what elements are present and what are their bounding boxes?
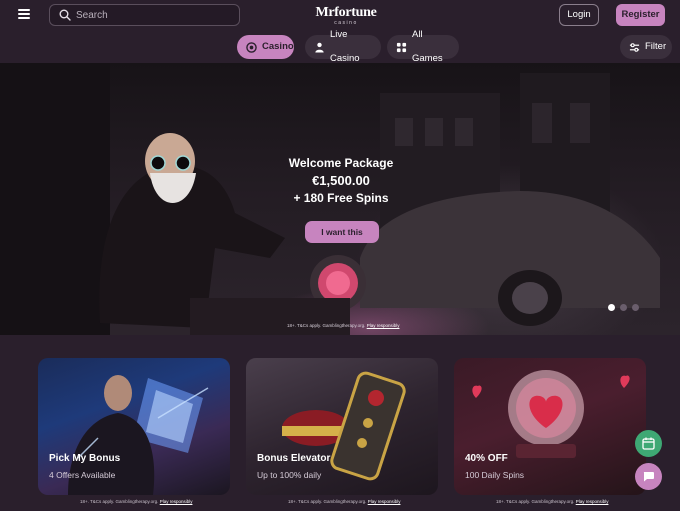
calendar-button[interactable] [635, 430, 662, 457]
promo-subtitle: 100 Daily Spins [465, 470, 525, 480]
promo-subtitle: 4 Offers Available [49, 470, 116, 480]
logo-text: Mrfortune [315, 5, 377, 20]
promo-title: Pick My Bonus [49, 453, 121, 464]
hero-headline: Welcome Package €1,500.00 + 180 Free Spi… [270, 156, 412, 207]
hero-line-3: + 180 Free Spins [293, 191, 389, 205]
promo-card-pick-my-bonus[interactable]: Pick My Bonus 4 Offers Available [38, 358, 230, 495]
carousel-dot-1[interactable] [608, 304, 615, 311]
hero-legal-link[interactable]: Play responsibly [367, 323, 400, 328]
chat-icon [643, 472, 654, 482]
tab-casino-label: Casino [262, 41, 294, 52]
promo-legal-link[interactable]: Play responsibly [576, 499, 609, 504]
promo-legal-link[interactable]: Play responsibly [160, 499, 193, 504]
search-icon [59, 9, 71, 21]
promo-legal-2: 18+. T&Cs apply. Gamblingtherapy.org. Pl… [288, 499, 400, 504]
hero-line-1: Welcome Package [288, 156, 394, 170]
promo-legal-text: 18+. T&Cs apply. Gamblingtherapy.org. [80, 499, 159, 504]
promo-card-bonus-elevator[interactable]: Bonus Elevator Up to 100% daily [246, 358, 438, 495]
promo-title: 40% OFF [465, 453, 508, 464]
category-nav: Casino Live Casino All Games Filter [0, 29, 680, 64]
register-button[interactable]: Register [616, 4, 665, 26]
login-button[interactable]: Login [559, 4, 599, 26]
menu-icon[interactable] [18, 9, 30, 19]
hero-banner[interactable]: Welcome Package €1,500.00 + 180 Free Spi… [0, 63, 680, 335]
carousel-dots [608, 304, 639, 311]
promo-card-40-off[interactable]: 40% OFF 100 Daily Spins [454, 358, 646, 495]
promo-legal-3: 18+. T&Cs apply. Gamblingtherapy.org. Pl… [496, 499, 608, 504]
promo-legal-1: 18+. T&Cs apply. Gamblingtherapy.org. Pl… [80, 499, 192, 504]
hero-cta-button[interactable]: I want this [305, 221, 379, 243]
carousel-dot-3[interactable] [632, 304, 639, 311]
search-box[interactable] [49, 4, 240, 26]
tab-casino[interactable]: Casino [237, 35, 294, 59]
sliders-icon [629, 42, 640, 52]
promo-legal-text: 18+. T&Cs apply. Gamblingtherapy.org. [288, 499, 367, 504]
hero-legal-text: 18+. T&Cs apply. Gamblingtherapy.org. [287, 323, 366, 328]
filter-label: Filter [645, 41, 667, 52]
chat-button[interactable] [635, 463, 662, 490]
calendar-icon [642, 437, 655, 450]
hero-legal: 18+. T&Cs apply. Gamblingtherapy.org. Pl… [287, 323, 399, 328]
dealer-icon [315, 42, 324, 53]
promo-subtitle: Up to 100% daily [257, 470, 322, 480]
tab-all-games[interactable]: All Games [387, 29, 459, 64]
tab-live-casino[interactable]: Live Casino [305, 29, 381, 64]
hero-line-2: €1,500.00 [312, 173, 370, 188]
carousel-dot-2[interactable] [620, 304, 627, 311]
grid-icon [396, 42, 407, 52]
promo-legal-link[interactable]: Play responsibly [368, 499, 401, 504]
search-input[interactable] [76, 7, 236, 23]
promo-legal-text: 18+. T&Cs apply. Gamblingtherapy.org. [496, 499, 575, 504]
filter-button[interactable]: Filter [620, 35, 672, 59]
promo-title: Bonus Elevator [257, 453, 331, 464]
chip-icon [246, 41, 257, 53]
